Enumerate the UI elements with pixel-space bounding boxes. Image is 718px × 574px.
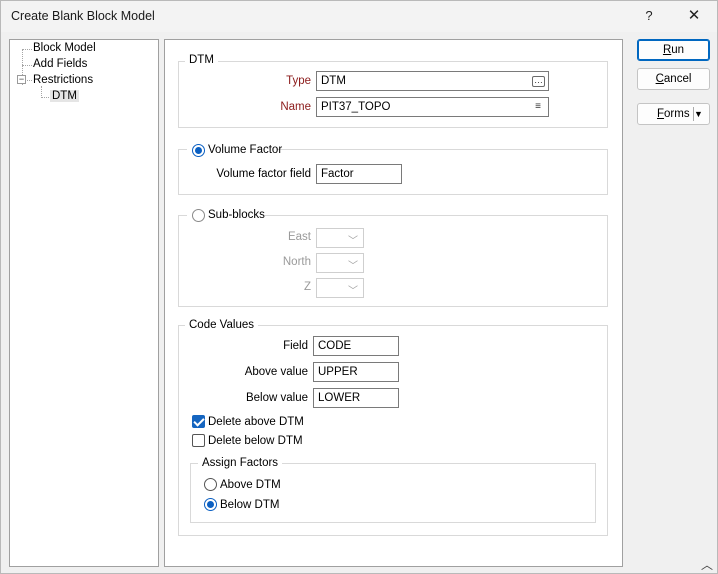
sub-blocks-group	[178, 215, 608, 307]
type-value: DTM	[321, 75, 346, 87]
east-combo[interactable]: ﹀	[316, 228, 364, 248]
above-value-label: Above value	[244, 366, 308, 378]
type-label: Type	[286, 75, 311, 87]
delete-above-label[interactable]: Delete above DTM	[208, 416, 304, 428]
above-dtm-label[interactable]: Above DTM	[220, 479, 281, 491]
below-dtm-label[interactable]: Below DTM	[220, 499, 279, 511]
z-label: Z	[303, 281, 311, 293]
tree-item-restrictions[interactable]: Restrictions	[33, 74, 93, 86]
run-button[interactable]: Run	[637, 39, 710, 61]
name-label: Name	[280, 101, 311, 113]
volume-factor-field[interactable]: Factor	[316, 164, 402, 184]
z-combo[interactable]: ﹀	[316, 278, 364, 298]
close-icon: ✕	[687, 7, 701, 24]
delete-below-label[interactable]: Delete below DTM	[208, 435, 303, 447]
sub-blocks-radio[interactable]	[192, 209, 205, 222]
collapse-icon[interactable]: −	[17, 75, 26, 84]
chevron-down-icon[interactable]: ▼	[693, 107, 709, 121]
tree-item-dtm[interactable]: DTM	[50, 90, 79, 102]
title-bar: Create Blank Block Model ? ✕	[1, 1, 717, 32]
list-icon[interactable]: ≡	[531, 100, 545, 114]
chevron-down-icon: ﹀	[348, 286, 358, 297]
volume-factor-value: Factor	[321, 168, 354, 180]
cancel-button[interactable]: Cancel	[637, 68, 710, 90]
chevron-up-icon[interactable]: ︿	[701, 556, 713, 573]
above-value-field[interactable]: UPPER	[313, 362, 399, 382]
form-panel: DTM Type DTM … Name PIT37_TOPO ≡ Volume …	[164, 39, 623, 567]
below-value-label: Below value	[245, 392, 308, 404]
name-value: PIT37_TOPO	[321, 101, 391, 113]
below-value-field[interactable]: LOWER	[313, 388, 399, 408]
cancel-mnemonic: C	[655, 73, 664, 85]
chevron-down-icon: ﹀	[348, 236, 358, 247]
name-field[interactable]: PIT37_TOPO ≡	[316, 97, 549, 117]
ellipsis-icon[interactable]: …	[532, 76, 545, 87]
north-combo[interactable]: ﹀	[316, 253, 364, 273]
type-field[interactable]: DTM …	[316, 71, 549, 91]
volume-factor-field-label: Volume factor field	[216, 168, 311, 180]
run-mnemonic: R	[662, 44, 672, 56]
cancel-label: ancel	[663, 73, 692, 85]
chevron-down-icon: ﹀	[348, 261, 358, 272]
navigation-tree: Block Model Add Fields − Restrictions DT…	[9, 39, 159, 567]
assign-factors-title: Assign Factors	[198, 457, 283, 469]
dialog-window: Create Blank Block Model ? ✕ Block Model…	[0, 0, 718, 574]
code-field-value: CODE	[318, 340, 352, 352]
below-dtm-radio[interactable]	[204, 498, 217, 511]
north-label: North	[282, 256, 311, 268]
run-label: un	[671, 44, 685, 56]
delete-above-checkbox[interactable]	[192, 415, 205, 428]
sub-blocks-label[interactable]: Sub-blocks	[208, 209, 265, 221]
volume-factor-radio[interactable]	[192, 144, 205, 157]
assign-factors-group	[190, 463, 596, 523]
window-title: Create Blank Block Model	[11, 9, 155, 23]
code-field-label: Field	[283, 340, 308, 352]
volume-factor-label[interactable]: Volume Factor	[208, 144, 282, 156]
forms-label: orms	[664, 108, 690, 120]
forms-mnemonic: F	[657, 108, 665, 120]
delete-below-checkbox[interactable]	[192, 434, 205, 447]
code-values-title: Code Values	[185, 319, 258, 331]
forms-button[interactable]: Forms ▼	[637, 103, 710, 125]
tree-item-add-fields[interactable]: Add Fields	[33, 58, 87, 70]
tree-item-block-model[interactable]: Block Model	[33, 42, 96, 54]
above-value: UPPER	[318, 366, 358, 378]
code-field[interactable]: CODE	[313, 336, 399, 356]
above-dtm-radio[interactable]	[204, 478, 217, 491]
dtm-group-title: DTM	[185, 54, 218, 66]
below-value: LOWER	[318, 392, 361, 404]
east-label: East	[287, 231, 311, 243]
help-button[interactable]: ?	[631, 5, 667, 27]
close-button[interactable]: ✕	[676, 5, 712, 27]
